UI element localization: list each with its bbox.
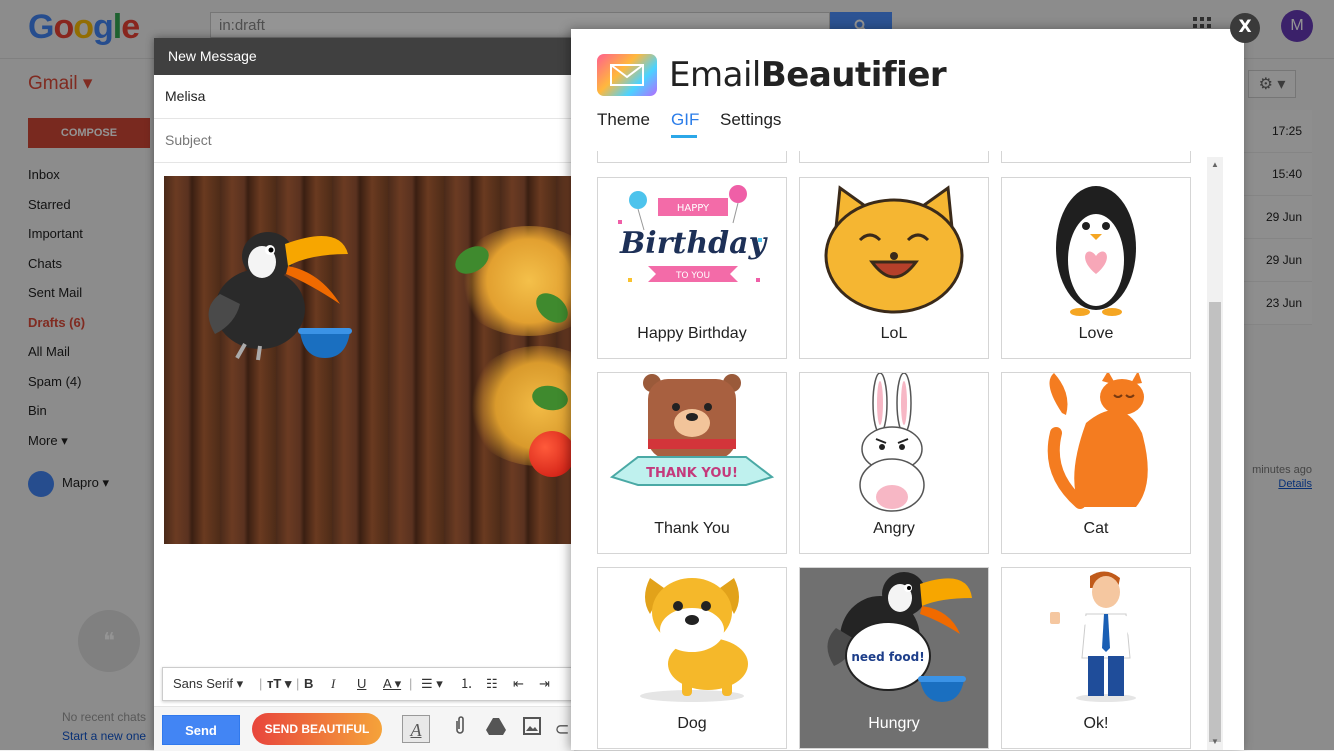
toucan-sticker [208, 232, 352, 361]
tab-gif[interactable]: GIF [671, 110, 699, 130]
tab-theme[interactable]: Theme [597, 110, 650, 130]
svg-text:need food!: need food! [851, 650, 924, 664]
gif-card-cat[interactable]: Cat [1001, 372, 1191, 554]
numbered-list-icon[interactable]: ⒈ [460, 668, 473, 700]
angry-bunny-illustration [859, 373, 925, 512]
formatting-toolbar: Sans Serif ▾ | тT ▾ | B I U A ▾ | ☰ ▾ ⒈ … [162, 667, 582, 701]
drive-icon[interactable] [482, 715, 510, 743]
font-family-select[interactable]: Sans Serif ▾ [173, 668, 243, 700]
hungry-toucan-illustration: need food! [827, 572, 972, 702]
tab-settings[interactable]: Settings [720, 110, 781, 130]
insert-link-icon[interactable]: ⊂ [552, 715, 572, 743]
text-color-button[interactable]: A ▾ [383, 668, 401, 700]
gif-card-hungry[interactable]: need food! Hungry [799, 567, 989, 749]
gif-label: Cat [1083, 520, 1109, 537]
penguin-heart-illustration [1056, 186, 1136, 316]
send-beautiful-button[interactable]: SEND BEAUTIFUL [252, 713, 382, 745]
dog-illustration [640, 578, 748, 702]
svg-text:HAPPY: HAPPY [677, 203, 710, 214]
laughing-cat-illustration [824, 185, 964, 314]
compose-bottom-bar: Send SEND BEAUTIFUL A ⊂ [154, 706, 574, 751]
gif-label: Love [1078, 325, 1114, 342]
gif-card-love[interactable]: Love [1001, 177, 1191, 359]
embedded-food-image [164, 176, 574, 544]
gif-card-thank-you[interactable]: THANK YOU! Thank You [597, 372, 787, 554]
scroll-up-arrow-icon[interactable]: ▲ [1207, 157, 1223, 173]
gif-scrollbar[interactable]: ▲ ▼ [1207, 157, 1223, 750]
close-panel-button[interactable]: X [1230, 13, 1260, 43]
gif-label: LoL [880, 325, 908, 342]
scroll-down-arrow-icon[interactable]: ▼ [1207, 734, 1223, 750]
bear-thank-you-illustration: THANK YOU! [609, 374, 775, 486]
subject-field[interactable]: Subject [154, 119, 574, 163]
svg-text:THANK YOU!: THANK YOU! [646, 466, 738, 481]
gif-card-happy-birthday[interactable]: HAPPY Birthday TO YOU Happy Birthday [597, 177, 787, 359]
gif-label: Dog [677, 715, 707, 732]
to-field[interactable]: Melisa [154, 75, 574, 119]
compose-title[interactable]: New Message [154, 38, 574, 75]
email-beautifier-brand: EmailBeautifier [669, 55, 947, 95]
svg-text:Birthday: Birthday [619, 226, 769, 261]
text-size-icon[interactable]: тT ▾ [267, 668, 291, 700]
email-beautifier-panel: EmailBeautifier Theme GIF Settings HAPPY… [571, 29, 1244, 750]
thumbs-up-man-illustration [1050, 571, 1144, 702]
gif-label: Angry [873, 520, 915, 537]
email-beautifier-logo-icon [597, 54, 657, 96]
active-tab-indicator [671, 135, 697, 138]
svg-text:TO YOU: TO YOU [675, 271, 710, 281]
align-icon[interactable]: ☰ ▾ [421, 668, 443, 700]
attach-icon[interactable] [446, 715, 474, 743]
gif-card-angry[interactable]: Angry [799, 372, 989, 554]
bulleted-list-icon[interactable]: ☷ [486, 668, 498, 700]
gif-label: Ok! [1083, 715, 1109, 732]
formatting-options-icon[interactable]: A [402, 715, 430, 743]
gif-card-dog[interactable]: Dog [597, 567, 787, 749]
gif-label: Happy Birthday [637, 325, 747, 342]
indent-less-icon[interactable]: ⇤ [513, 668, 524, 700]
gif-card-lol[interactable]: LoL [799, 177, 989, 359]
gif-card-partial[interactable] [799, 151, 989, 163]
italic-button[interactable]: I [331, 668, 335, 700]
bold-button[interactable]: B [304, 668, 313, 700]
scroll-thumb[interactable] [1209, 302, 1221, 742]
insert-photo-icon[interactable] [518, 715, 546, 743]
tomato [529, 431, 574, 477]
orange-cat-illustration [1047, 373, 1148, 509]
send-button[interactable]: Send [162, 715, 240, 745]
gif-label: Thank You [654, 520, 730, 537]
underline-button[interactable]: U [357, 668, 366, 700]
gif-card-partial[interactable] [1001, 151, 1191, 163]
gif-card-ok[interactable]: Ok! [1001, 567, 1191, 749]
gif-card-partial[interactable] [597, 151, 787, 163]
compose-window: New Message Melisa Subject Sans Serif ▾ … [154, 38, 582, 751]
gif-label: Hungry [868, 715, 920, 732]
indent-more-icon[interactable]: ⇥ [539, 668, 550, 700]
gif-grid: HAPPY Birthday TO YOU Happy Birthday LoL [597, 151, 1197, 750]
birthday-illustration: HAPPY Birthday TO YOU [618, 185, 769, 282]
compose-body[interactable] [154, 163, 574, 703]
